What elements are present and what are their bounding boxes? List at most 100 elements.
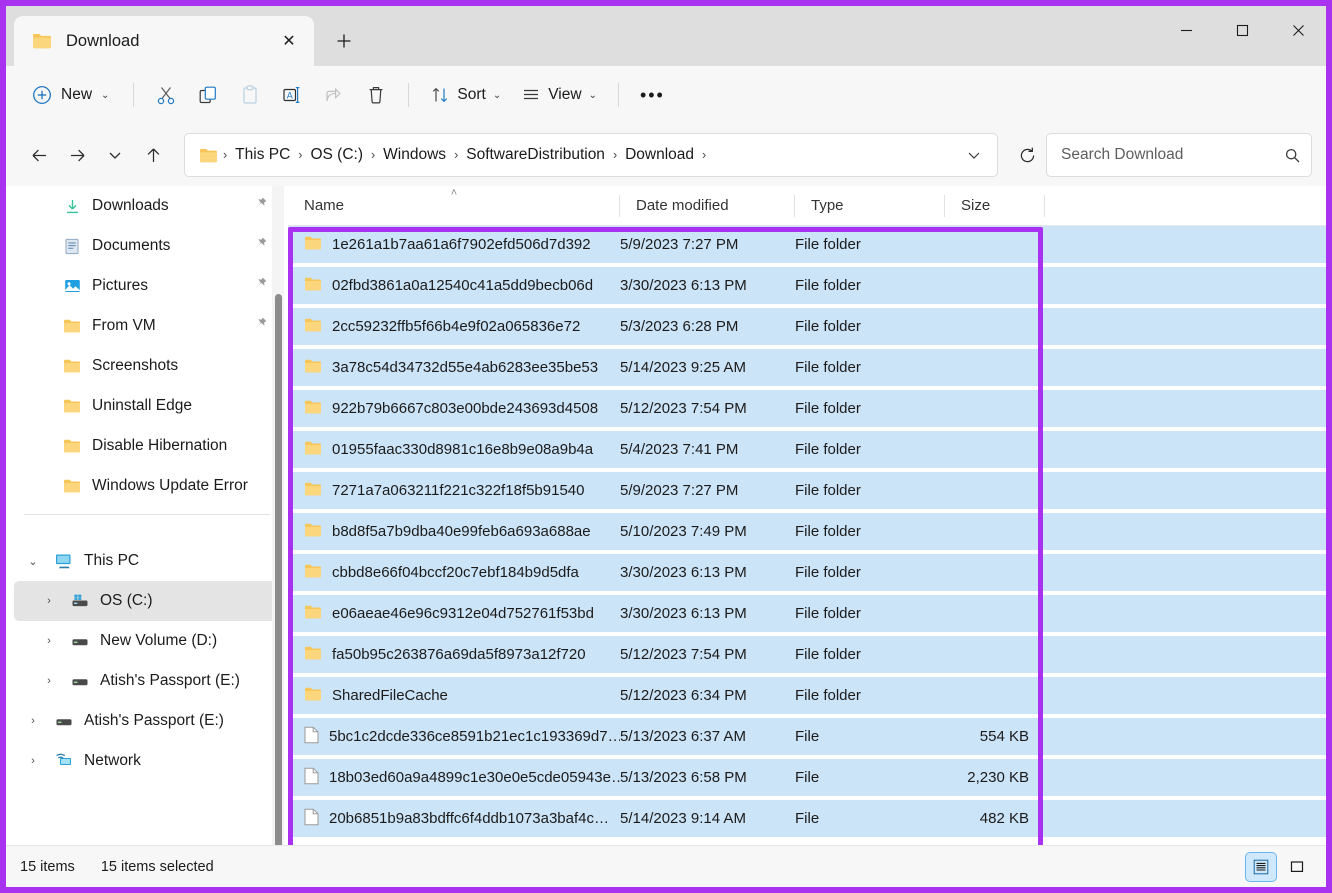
file-name-label: fa50b95c263876a69da5f8973a12f720 [332, 646, 586, 663]
address-bar[interactable]: › This PC › OS (C:) › Windows › Software… [184, 133, 998, 177]
table-row[interactable]: fa50b95c263876a69da5f8973a12f7205/12/202… [288, 636, 1326, 673]
table-row[interactable]: SharedFileCache5/12/2023 6:34 PMFile fol… [288, 677, 1326, 714]
refresh-button[interactable] [1008, 136, 1046, 174]
sidebar-divider [24, 514, 270, 515]
file-name-cell: e06aeae46e96c9312e04d752761f53bd [288, 604, 620, 624]
view-button-label: View [548, 86, 581, 104]
folder-icon [304, 686, 322, 706]
chevron-down-icon[interactable]: ⌄ [22, 555, 44, 568]
paste-button[interactable] [230, 76, 270, 114]
rename-button[interactable]: A [272, 76, 312, 114]
file-name-cell: cbbd8e66f04bccf20c7ebf184b9d5dfa [288, 563, 620, 583]
sidebar-item-network[interactable]: › Network [14, 741, 280, 781]
table-row[interactable]: 20b6851b9a83bdffc6f4ddb1073a3baf4c…5/14/… [288, 800, 1326, 837]
type-cell: File [795, 810, 945, 827]
table-row[interactable]: 01955faac330d8981c16e8b9e08a9b4a5/4/2023… [288, 431, 1326, 468]
copy-button[interactable] [188, 76, 228, 114]
folder-icon [62, 438, 82, 454]
chevron-right-icon[interactable]: › [38, 635, 60, 647]
paste-icon [239, 84, 261, 106]
sidebar-item-documents[interactable]: Documents [14, 226, 280, 266]
maximize-icon [1236, 24, 1249, 37]
sidebar-item-pictures[interactable]: Pictures [14, 266, 280, 306]
up-button[interactable] [134, 136, 172, 174]
search-input[interactable] [1061, 146, 1284, 164]
file-name-label: 922b79b6667c803e00bde243693d4508 [332, 400, 598, 417]
new-tab-button[interactable] [324, 21, 364, 61]
new-button[interactable]: New ⌄ [24, 76, 121, 114]
table-row[interactable]: 5bc1c2dcde336ce8591b21ec1c193369d7…5/13/… [288, 718, 1326, 755]
sidebar-item-from-vm[interactable]: From VM [14, 306, 280, 346]
file-name-cell: SharedFileCache [288, 686, 620, 706]
chevron-right-icon[interactable]: › [22, 715, 44, 727]
type-cell: File folder [795, 564, 945, 581]
chevron-right-icon[interactable]: › [22, 755, 44, 767]
breadcrumb-item-0[interactable]: This PC [228, 142, 297, 168]
sidebar-item-label: OS (C:) [100, 592, 153, 610]
sidebar-item-this-pc[interactable]: ⌄ This PC [14, 541, 280, 581]
view-button[interactable]: View ⌄ [512, 76, 606, 114]
more-options-button[interactable]: ••• [631, 76, 674, 114]
folder-icon [304, 563, 322, 583]
share-button[interactable] [314, 76, 354, 114]
table-row[interactable]: e06aeae46e96c9312e04d752761f53bd3/30/202… [288, 595, 1326, 632]
date-modified-cell: 3/30/2023 6:13 PM [620, 564, 795, 581]
date-modified-cell: 5/3/2023 6:28 PM [620, 318, 795, 335]
sidebar-item-uninstall-edge[interactable]: Uninstall Edge [14, 386, 280, 426]
sidebar-item-new-volume-d[interactable]: › New Volume (D:) [14, 621, 280, 661]
column-header-size[interactable]: Size [945, 186, 1045, 226]
sidebar-item-atish-passport-e-2[interactable]: › Atish's Passport (E:) [14, 701, 280, 741]
chevron-right-icon[interactable]: › [38, 675, 60, 687]
breadcrumb-item-3[interactable]: SoftwareDistribution [459, 142, 612, 168]
ellipsis-icon: ••• [640, 86, 665, 104]
column-header-name[interactable]: ˄ Name [288, 186, 620, 226]
sort-ascending-icon: ˄ [451, 187, 457, 199]
chevron-right-icon[interactable]: › [38, 595, 60, 607]
minimize-button[interactable] [1158, 6, 1214, 54]
breadcrumb-item-4[interactable]: Download [618, 142, 701, 168]
search-box[interactable] [1046, 133, 1312, 177]
sidebar-item-downloads[interactable]: Downloads [14, 186, 280, 226]
close-button[interactable] [1270, 6, 1326, 54]
address-dropdown-button[interactable] [957, 138, 991, 172]
breadcrumb-item-2[interactable]: Windows [376, 142, 453, 168]
details-view-button[interactable] [1246, 853, 1276, 881]
table-row[interactable]: 1e261a1b7aa61a6f7902efd506d7d3925/9/2023… [288, 226, 1326, 263]
table-row[interactable]: 02fbd3861a0a12540c41a5dd9becb06d3/30/202… [288, 267, 1326, 304]
sidebar-item-windows-update-error[interactable]: Windows Update Error [14, 466, 280, 506]
sidebar-item-os-c[interactable]: › OS (C:) [14, 581, 280, 621]
date-modified-cell: 5/14/2023 9:25 AM [620, 359, 795, 376]
sidebar-scrollbar-thumb[interactable] [275, 294, 282, 845]
date-modified-cell: 3/30/2023 6:13 PM [620, 605, 795, 622]
back-button[interactable] [20, 136, 58, 174]
table-row[interactable]: b8d8f5a7b9dba40e99feb6a693a688ae5/10/202… [288, 513, 1326, 550]
share-icon [323, 84, 345, 106]
sidebar-item-atish-passport-e-1[interactable]: › Atish's Passport (E:) [14, 661, 280, 701]
forward-button[interactable] [58, 136, 96, 174]
column-divider[interactable] [1044, 195, 1045, 217]
large-icons-view-button[interactable] [1282, 853, 1312, 881]
close-icon[interactable]: ✕ [274, 26, 304, 56]
search-icon[interactable] [1284, 147, 1301, 164]
maximize-button[interactable] [1214, 6, 1270, 54]
table-row[interactable]: 922b79b6667c803e00bde243693d45085/12/202… [288, 390, 1326, 427]
column-header-date-modified[interactable]: Date modified [620, 186, 795, 226]
table-row[interactable]: 18b03ed60a9a4899c1e30e0e5cde05943e…5/13/… [288, 759, 1326, 796]
table-row[interactable]: 7271a7a063211f221c322f18f5b915405/9/2023… [288, 472, 1326, 509]
date-modified-cell: 3/30/2023 6:13 PM [620, 277, 795, 294]
folder-icon [62, 318, 82, 334]
table-row[interactable]: cbbd8e66f04bccf20c7ebf184b9d5dfa3/30/202… [288, 554, 1326, 591]
table-row[interactable]: 3a78c54d34732d55e4ab6283ee35be535/14/202… [288, 349, 1326, 386]
this-pc-icon [54, 553, 74, 569]
tab-download[interactable]: Download ✕ [14, 16, 314, 66]
breadcrumb-item-1[interactable]: OS (C:) [303, 142, 370, 168]
recent-locations-button[interactable] [96, 136, 134, 174]
column-header-type[interactable]: Type [795, 186, 945, 226]
delete-button[interactable] [356, 76, 396, 114]
sidebar-item-screenshots[interactable]: Screenshots [14, 346, 280, 386]
table-row[interactable]: 2cc59232ffb5f66b4e9f02a065836e725/3/2023… [288, 308, 1326, 345]
sort-button[interactable]: Sort ⌄ [421, 76, 510, 114]
cut-button[interactable] [146, 76, 186, 114]
sidebar-item-disable-hibernation[interactable]: Disable Hibernation [14, 426, 280, 466]
sidebar-item-label: Downloads [92, 197, 169, 215]
